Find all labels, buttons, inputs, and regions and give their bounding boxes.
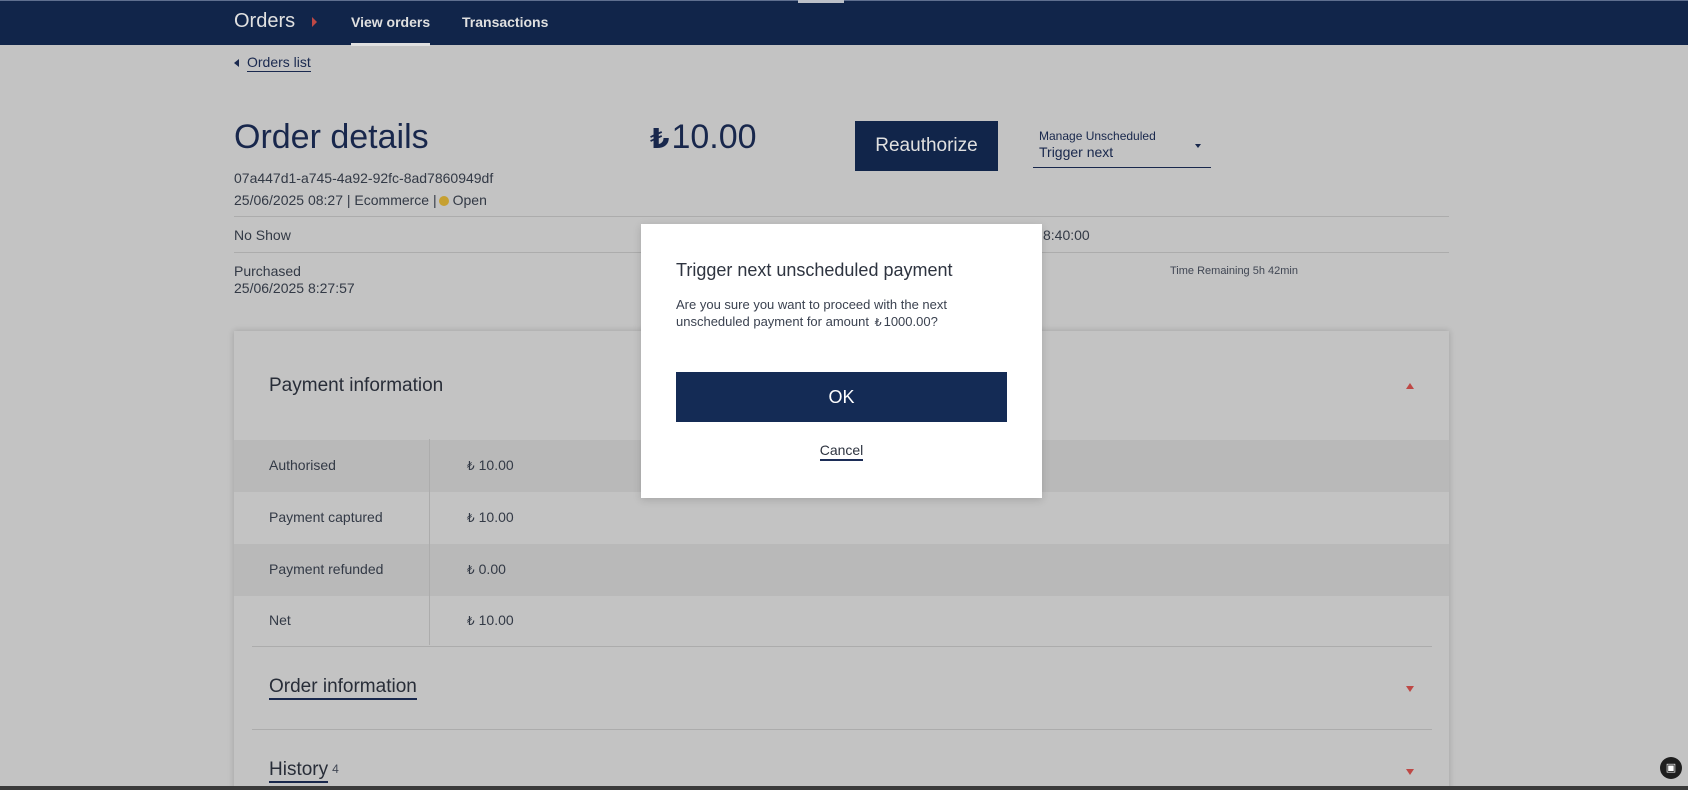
cancel-button[interactable]: Cancel — [819, 442, 864, 461]
currency-symbol: ₺ — [874, 317, 882, 329]
confirm-dialog: Trigger next unscheduled payment Are you… — [641, 224, 1042, 498]
screenshot-tool-icon[interactable]: ▣ — [1660, 757, 1682, 779]
dialog-message-end: ? — [930, 314, 938, 329]
bottom-edge — [0, 786, 1688, 790]
cancel-link-wrapper: Cancel — [641, 442, 1042, 461]
dialog-message: Are you sure you want to proceed with th… — [676, 296, 1016, 332]
page: Orders View orders Transactions Orders l… — [0, 0, 1688, 790]
dialog-amount: 1000.00 — [883, 314, 931, 329]
ok-button[interactable]: OK — [676, 372, 1007, 422]
dialog-title: Trigger next unscheduled payment — [676, 260, 953, 280]
